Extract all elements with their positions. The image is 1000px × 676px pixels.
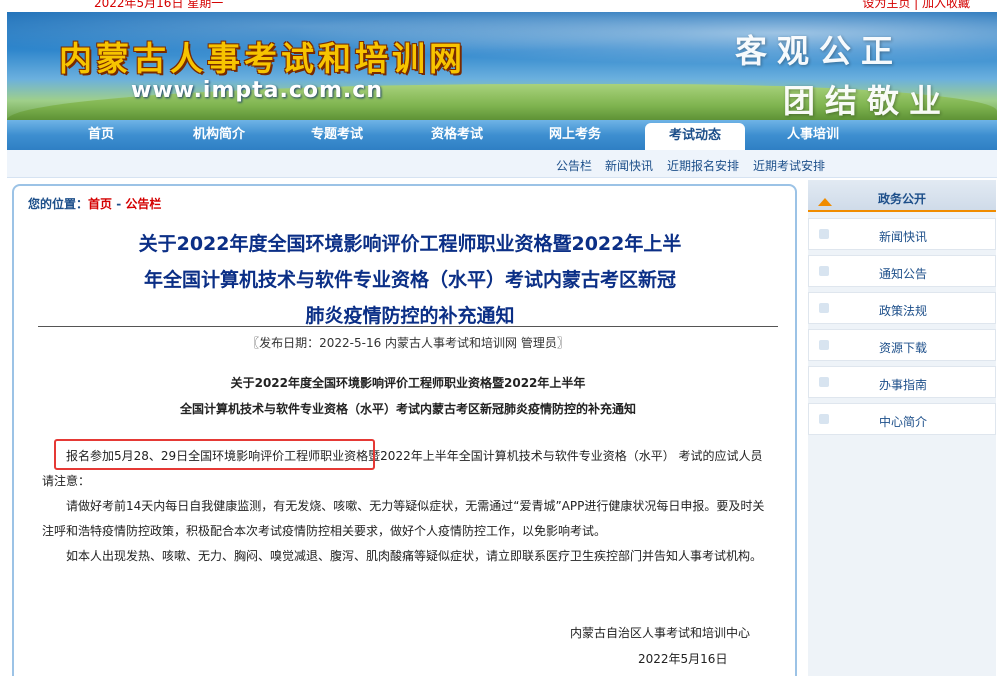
- sidebar-item-policies[interactable]: 政策法规: [808, 292, 996, 324]
- sidebar-item-label: 政策法规: [879, 304, 928, 318]
- sidebar-item-downloads[interactable]: 资源下载: [808, 329, 996, 361]
- date-text: 2022年5月16日 星期一: [94, 0, 224, 10]
- article-subtitle-line-2: 全国计算机技术与软件专业资格（水平）考试内蒙古考区新冠肺炎疫情防控的补充通知: [179, 402, 636, 416]
- main-nav: 首页 机构简介 专题考试 资格考试 网上考务 考试动态 人事培训: [7, 120, 997, 150]
- title-line: 年全国计算机技术与软件专业资格（水平）考试内蒙古考区新冠: [143, 269, 676, 291]
- breadcrumb-prefix: 您的位置：: [28, 197, 89, 211]
- nav-item-online-affairs[interactable]: 网上考务: [525, 120, 625, 150]
- sidebar-item-label: 新闻快讯: [879, 230, 928, 244]
- nav-item-training[interactable]: 人事培训: [763, 120, 863, 150]
- sidebar-item-guide[interactable]: 办事指南: [808, 366, 996, 398]
- title-line: 关于2022年度全国环境影响评价工程师职业资格暨2022年上半: [138, 233, 682, 255]
- breadcrumb-current[interactable]: 公告栏: [125, 197, 161, 211]
- site-title[interactable]: 内蒙古人事考试和培训网: [59, 32, 466, 80]
- nav-item-special-exams[interactable]: 专题考试: [287, 120, 387, 150]
- bullet-icon: [819, 266, 829, 276]
- nav-item-about[interactable]: 机构简介: [169, 120, 269, 150]
- red-highlight-box: [54, 439, 375, 470]
- nav-item-exam-news[interactable]: 考试动态: [645, 123, 745, 150]
- sub-nav: 公告栏 新闻快讯 近期报名安排 近期考试安排: [7, 150, 997, 178]
- publish-meta: 〖发布日期：2022-5-16 内蒙古人事考试和培训网 管理员〗: [247, 336, 569, 350]
- nav-item-home[interactable]: 首页: [51, 120, 151, 150]
- subnav-news[interactable]: 新闻快讯: [605, 157, 653, 174]
- breadcrumb: 您的位置：首页 - 公告栏: [28, 195, 161, 212]
- sidebar-item-label: 中心简介: [879, 415, 928, 429]
- bullet-icon: [819, 340, 829, 350]
- signature-organization: 内蒙古自治区人事考试和培训中心: [570, 626, 751, 640]
- subnav-exam-schedule[interactable]: 近期考试安排: [753, 157, 825, 174]
- bullet-icon: [819, 414, 829, 424]
- article-panel: 您的位置：首页 - 公告栏 关于2022年度全国环境影响评价工程师职业资格暨20…: [12, 184, 797, 676]
- article-title: 关于2022年度全国环境影响评价工程师职业资格暨2022年上半 年全国计算机技术…: [90, 226, 730, 334]
- triangle-marker-icon: [818, 198, 832, 206]
- site-url: www.impta.com.cn: [131, 78, 383, 103]
- nav-item-qualification-exams[interactable]: 资格考试: [407, 120, 507, 150]
- subnav-registration[interactable]: 近期报名安排: [667, 157, 739, 174]
- sidebar-item-notices[interactable]: 通知公告: [808, 255, 996, 287]
- title-line: 肺炎疫情防控的补充通知: [305, 305, 515, 327]
- slogan-line-2: 团结敬业: [783, 82, 952, 120]
- top-strip: 2022年5月16日 星期一 设为主页 | 加入收藏: [0, 0, 1000, 12]
- paragraph-health-monitoring: 请做好考前14天内每日自我健康监测，有无发烧、咳嗽、无力等疑似症状，无需通过“爱…: [42, 499, 765, 538]
- sidebar-item-center-intro[interactable]: 中心简介: [808, 403, 996, 435]
- sidebar-item-label: 办事指南: [879, 378, 928, 392]
- sidebar-item-news[interactable]: 新闻快讯: [808, 218, 996, 250]
- bullet-icon: [819, 377, 829, 387]
- sidebar-item-label: 资源下载: [879, 341, 928, 355]
- article-subtitle-line-1: 关于2022年度全国环境影响评价工程师职业资格暨2022年上半年: [230, 376, 586, 390]
- bullet-icon: [819, 303, 829, 313]
- paragraph-symptom-report: 如本人出现发热、咳嗽、无力、胸闷、嗅觉减退、腹泻、肌肉酸痛等疑似症状，请立即联系…: [66, 549, 763, 563]
- bullet-icon: [819, 229, 829, 239]
- sidebar-header: 政务公开: [808, 180, 996, 212]
- sidebar-item-label: 通知公告: [879, 267, 928, 281]
- slogan-line-1: 客观公正: [735, 32, 904, 70]
- top-links[interactable]: 设为主页 | 加入收藏: [862, 0, 970, 11]
- site-banner: 内蒙古人事考试和培训网 www.impta.com.cn 客观公正 团结敬业: [7, 12, 997, 120]
- right-sidebar: 政务公开 新闻快讯 通知公告 政策法规 资源下载 办事指南 中心简介: [808, 180, 996, 676]
- breadcrumb-home[interactable]: 首页: [88, 197, 112, 211]
- breadcrumb-sep: -: [112, 197, 126, 211]
- subnav-bulletin[interactable]: 公告栏: [556, 157, 592, 174]
- sidebar-header-label[interactable]: 政务公开: [878, 190, 926, 207]
- signature-date: 2022年5月16日: [638, 652, 728, 666]
- title-divider: [38, 326, 778, 327]
